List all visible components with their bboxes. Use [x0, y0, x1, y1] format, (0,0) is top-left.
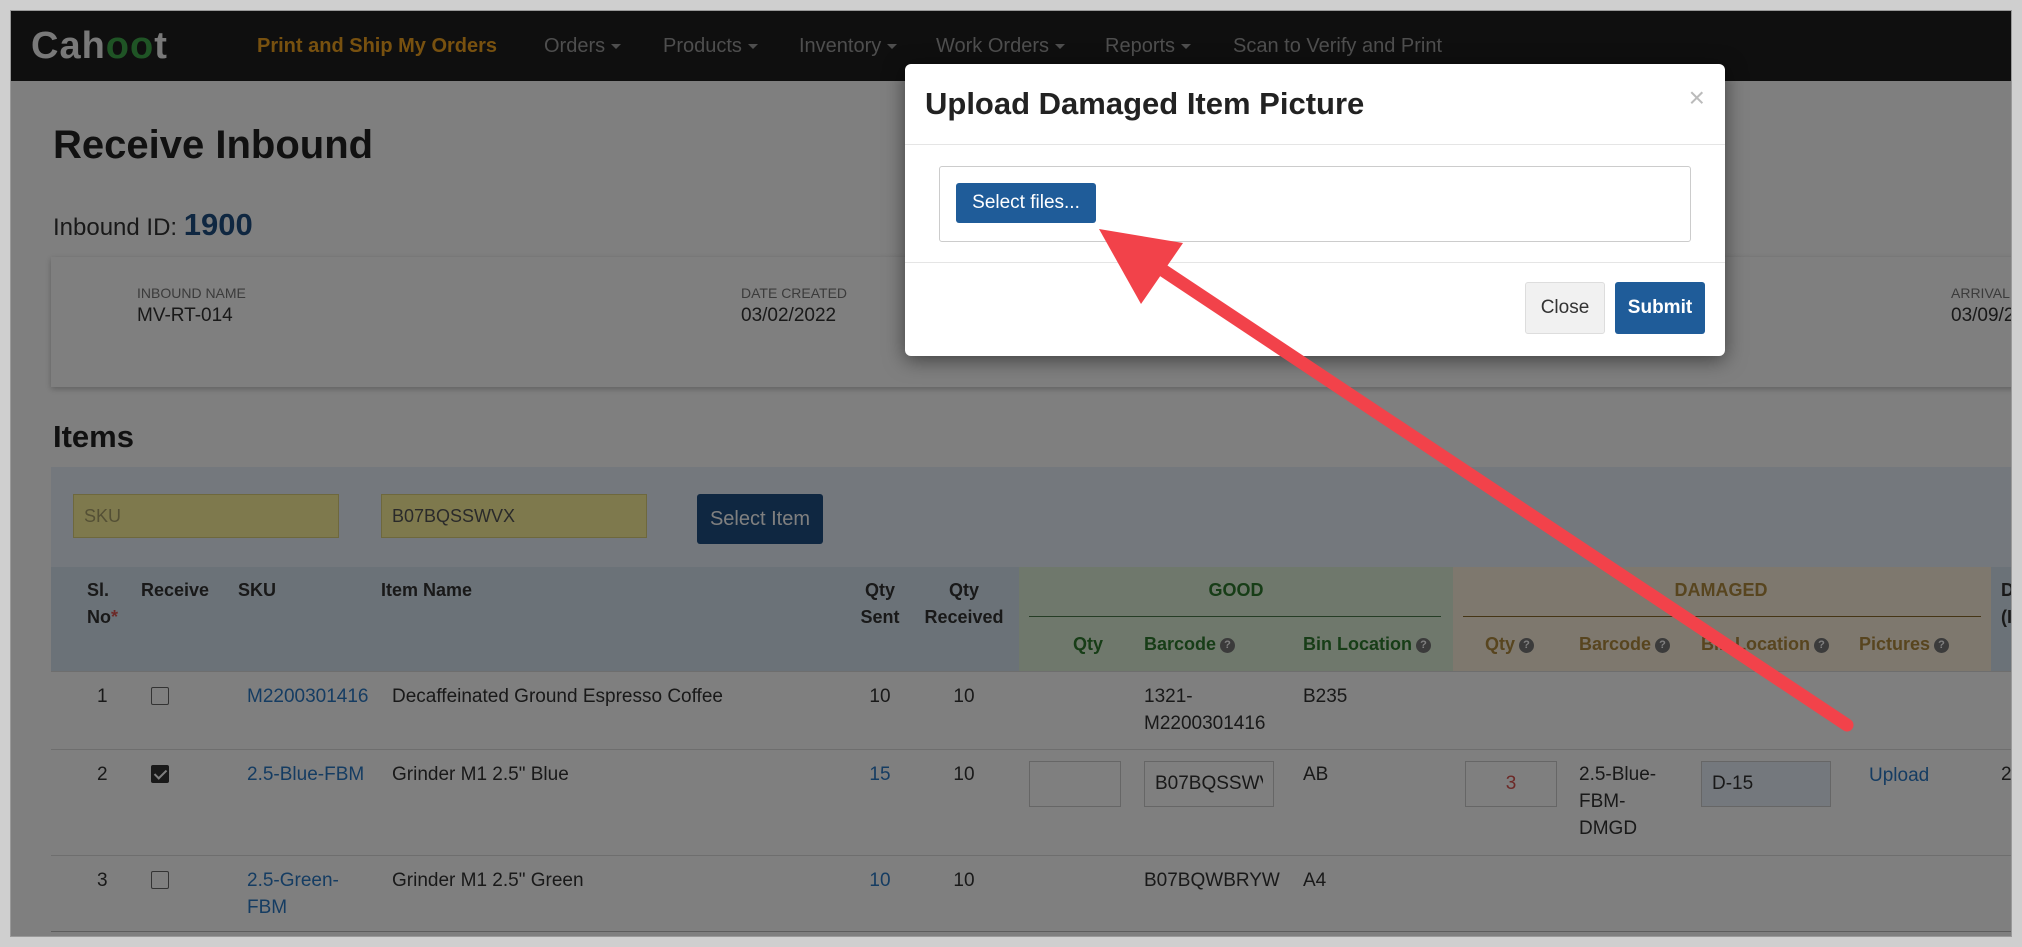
annotation-arrow-icon [1099, 229, 1854, 732]
app-window: Cahoot Print and Ship My Orders Orders P… [10, 10, 2012, 937]
